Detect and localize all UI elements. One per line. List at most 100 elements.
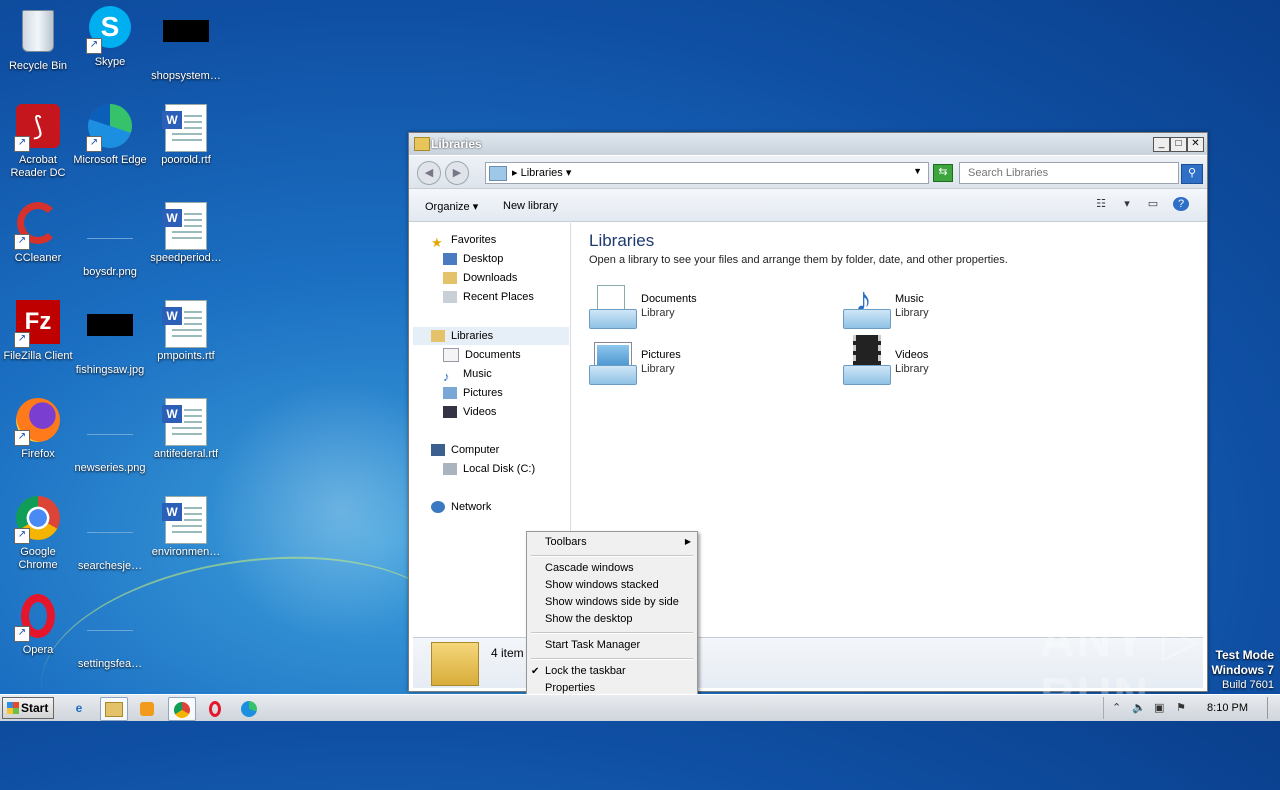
menu-item-toolbars[interactable]: Toolbars: [545, 536, 587, 548]
test-mode-notice: Test Mode Windows 7 Build 7601: [1211, 648, 1274, 691]
desktop-icon-recycle-bin[interactable]: Recycle Bin: [0, 6, 76, 73]
view-options-icon[interactable]: ☷: [1093, 197, 1109, 211]
nav-music[interactable]: ♪ Music: [443, 365, 492, 385]
documents-icon: [443, 348, 459, 363]
taskbar-explorer-icon[interactable]: [100, 697, 128, 721]
library-videos[interactable]: Videos Library: [843, 335, 1073, 389]
nav-desktop[interactable]: Desktop: [443, 250, 503, 268]
refresh-icon[interactable]: ⇆: [933, 164, 953, 182]
desktop-icon-opera[interactable]: ↗ Opera: [0, 594, 76, 657]
menu-item-show-desktop[interactable]: Show the desktop: [545, 613, 632, 625]
command-bar: Organize ▾ New library ☷ ▾ ▭ ?: [409, 189, 1207, 222]
taskbar-opera-icon[interactable]: [202, 697, 228, 719]
taskbar[interactable]: Start e ⌃ 🔈 ▣ ⚑ 8:10 PM: [0, 694, 1280, 721]
pictures-library-icon: [589, 341, 637, 385]
nav-network[interactable]: Network: [431, 498, 491, 516]
desktop-icon: [443, 253, 457, 266]
libraries-icon: [431, 330, 445, 343]
organize-button[interactable]: Organize ▾: [425, 200, 478, 213]
desktop-icon-speedperiod[interactable]: W speedperiod…: [148, 202, 224, 265]
drive-icon: [443, 463, 457, 476]
page-title: Libraries: [589, 231, 655, 250]
back-button[interactable]: ◀: [417, 161, 441, 185]
menu-item-properties[interactable]: Properties: [545, 682, 595, 694]
help-icon[interactable]: ?: [1173, 197, 1189, 211]
nav-videos[interactable]: Videos: [443, 403, 496, 421]
show-hidden-icons-icon[interactable]: ⌃: [1112, 701, 1121, 714]
library-music[interactable]: ♪ Music Library: [843, 281, 1073, 333]
taskbar-context-menu: Toolbars ▶ Cascade windows Show windows …: [526, 531, 698, 701]
menu-item-start-task-manager[interactable]: Start Task Manager: [545, 639, 640, 651]
desktop-icon-acrobat[interactable]: ⟆ ↗ Acrobat Reader DC: [0, 104, 76, 180]
new-library-button[interactable]: New library: [503, 200, 558, 212]
view-dropdown-icon[interactable]: ▾: [1119, 197, 1135, 211]
menu-item-show-side-by-side[interactable]: Show windows side by side: [545, 596, 679, 608]
desktop-icon-firefox[interactable]: ↗ Firefox: [0, 398, 76, 461]
taskbar-edge-icon[interactable]: [236, 697, 262, 719]
menu-separator: [531, 632, 693, 634]
address-toolbar: ◀ ▶ ▸ Libraries ▾ ▼ ⇆ ⚲: [409, 156, 1207, 189]
forward-button[interactable]: ▶: [445, 161, 469, 185]
desktop-icon-chrome[interactable]: ↗ Google Chrome: [0, 496, 76, 572]
taskbar-ie-icon[interactable]: e: [66, 697, 92, 719]
desktop-icon-searchesje[interactable]: searchesje…: [72, 496, 148, 573]
clock[interactable]: 8:10 PM: [1207, 702, 1248, 714]
nav-pictures[interactable]: Pictures: [443, 384, 503, 402]
libraries-icon: [489, 166, 507, 181]
desktop-icon-pmpoints[interactable]: W pmpoints.rtf: [148, 300, 224, 363]
show-desktop-button[interactable]: [1267, 697, 1280, 719]
address-dropdown-icon[interactable]: ▼: [913, 166, 922, 176]
desktop-icon-poorold[interactable]: W poorold.rtf: [148, 104, 224, 167]
system-tray: ⌃ 🔈 ▣ ⚑ 8:10 PM: [1103, 697, 1280, 719]
desktop-icon-ccleaner[interactable]: ↗ CCleaner: [0, 202, 76, 265]
taskbar-media-player-icon[interactable]: [134, 697, 160, 719]
music-icon: ♪: [443, 369, 450, 385]
breadcrumb[interactable]: ▸ Libraries ▾: [512, 166, 571, 179]
volume-icon[interactable]: 🔈: [1132, 701, 1146, 714]
recycle-bin-icon: [14, 10, 62, 58]
network-tray-icon[interactable]: ▣: [1154, 701, 1164, 714]
desktop-icon-antifederal[interactable]: W antifederal.rtf: [148, 398, 224, 461]
library-pictures[interactable]: Pictures Library: [589, 341, 819, 389]
desktop-icon-edge[interactable]: ↗ Microsoft Edge: [72, 104, 148, 167]
filezilla-icon: Fz ↗: [14, 300, 62, 348]
menu-item-show-windows-stacked[interactable]: Show windows stacked: [545, 579, 659, 591]
word-doc-icon: W: [162, 104, 210, 152]
documents-library-icon: [589, 285, 637, 329]
address-bar[interactable]: ▸ Libraries ▾ ▼: [485, 162, 929, 184]
preview-pane-icon[interactable]: ▭: [1145, 197, 1161, 211]
taskbar-chrome-icon[interactable]: [168, 697, 196, 721]
desktop-icon-shopsystem[interactable]: shopsystem…: [148, 6, 224, 83]
close-button[interactable]: ✕: [1187, 137, 1204, 152]
maximize-button[interactable]: □: [1170, 137, 1187, 152]
nav-documents[interactable]: Documents: [443, 346, 521, 364]
nav-local-disk[interactable]: Local Disk (C:): [443, 460, 535, 478]
desktop-icon-filezilla[interactable]: Fz ↗ FileZilla Client: [0, 300, 76, 363]
word-doc-icon: W: [162, 398, 210, 446]
nav-computer[interactable]: Computer: [431, 441, 499, 459]
menu-item-lock-taskbar[interactable]: Lock the taskbar: [545, 665, 626, 677]
music-library-icon: ♪: [843, 281, 891, 329]
nav-downloads[interactable]: Downloads: [443, 269, 517, 287]
nav-favorites[interactable]: ★ Favorites: [431, 231, 496, 250]
menu-item-cascade-windows[interactable]: Cascade windows: [545, 562, 634, 574]
search-icon[interactable]: ⚲: [1181, 164, 1203, 184]
desktop-icon-environmen[interactable]: W environmen…: [148, 496, 224, 559]
search-input[interactable]: [966, 166, 1170, 180]
nav-libraries[interactable]: Libraries: [431, 327, 493, 345]
page-subtitle: Open a library to see your files and arr…: [589, 254, 1008, 266]
desktop-icon-fishingsaw[interactable]: fishingsaw.jpg: [72, 300, 148, 377]
title-bar[interactable]: Libraries _ □ ✕: [409, 133, 1207, 155]
word-doc-icon: W: [162, 202, 210, 250]
desktop-icon-newseries[interactable]: newseries.png: [72, 398, 148, 475]
desktop-icon-settingsfea[interactable]: settingsfea…: [72, 594, 148, 671]
minimize-button[interactable]: _: [1153, 137, 1170, 152]
search-box[interactable]: [959, 162, 1179, 184]
image-thumbnail-icon: [86, 412, 134, 460]
library-documents[interactable]: Documents Library: [589, 285, 819, 333]
start-button[interactable]: Start: [2, 697, 54, 719]
desktop-icon-skype[interactable]: S ↗ Skype: [72, 6, 148, 69]
desktop-icon-boysdr[interactable]: boysdr.png: [72, 202, 148, 279]
action-center-flag-icon[interactable]: ⚑: [1176, 701, 1186, 714]
nav-recent-places[interactable]: Recent Places: [443, 288, 534, 306]
